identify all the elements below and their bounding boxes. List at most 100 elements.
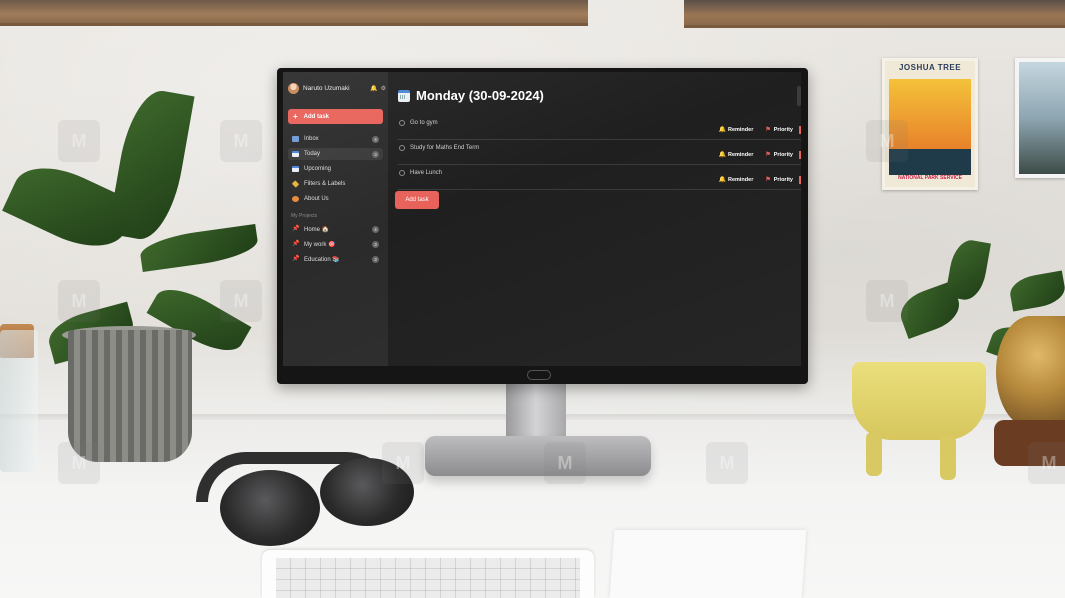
- gear-icon[interactable]: ⚙: [381, 85, 386, 92]
- sidebar-item-label: Today: [304, 151, 321, 157]
- wall-shelf-right: [684, 0, 1065, 28]
- reminder-button[interactable]: 🔔 Reminder: [718, 151, 754, 159]
- project-item-label: Home 🏠: [304, 226, 330, 233]
- sidebar-item-today[interactable]: Today 3: [288, 148, 383, 160]
- plus-icon: +: [293, 111, 298, 121]
- project-item-label: Education 📚: [304, 256, 340, 263]
- watermark-icon: M: [58, 120, 100, 162]
- monitor-logo: [527, 370, 551, 380]
- desk-globe: [996, 316, 1065, 428]
- avatar[interactable]: [288, 82, 299, 94]
- bell-icon: 🔔: [718, 177, 726, 183]
- watermark-icon: M: [866, 120, 908, 162]
- headphone-ear-cup: [220, 470, 320, 546]
- flag-icon: ⚑: [765, 152, 771, 158]
- add-task-main-button[interactable]: Add task: [395, 191, 439, 209]
- task-title: Go to gym: [410, 120, 438, 126]
- priority-label: Priority: [773, 126, 793, 133]
- priority-button[interactable]: ⚑ Priority: [765, 176, 793, 184]
- calendar-upcoming-icon: [292, 166, 299, 172]
- flag-icon: ⚑: [765, 127, 771, 133]
- sidebar-item-inbox[interactable]: Inbox 4: [288, 133, 383, 145]
- priority-label: Priority: [773, 176, 793, 183]
- priority-label: Priority: [773, 151, 793, 158]
- monitor-screen: Naruto Uzumaki 🔔 ⚙ + Add task Inbox 4 To…: [283, 72, 801, 366]
- watermark-icon: M: [382, 442, 424, 484]
- bell-icon: 🔔: [718, 127, 726, 133]
- people-icon: [292, 196, 299, 202]
- user-name: Naruto Uzumaki: [303, 84, 350, 92]
- project-item-education[interactable]: 📌 Education 📚 3: [288, 253, 383, 265]
- task-row[interactable]: Have Lunch 🔔 Reminder ⚑ Priority: [398, 168, 801, 190]
- priority-button[interactable]: ⚑ Priority: [765, 151, 793, 159]
- reminder-label: Reminder: [727, 126, 754, 133]
- project-item-my-work[interactable]: 📌 My work 🎯 3: [288, 238, 383, 250]
- wall-photo: [1015, 58, 1065, 178]
- page-title: Monday (30-09-2024): [398, 88, 544, 103]
- reminder-button[interactable]: 🔔 Reminder: [718, 126, 754, 134]
- project-item-count: 4: [372, 225, 379, 233]
- user-profile[interactable]: Naruto Uzumaki 🔔 ⚙: [288, 82, 386, 94]
- paper-sheet: [609, 530, 807, 598]
- task-checkbox[interactable]: [399, 120, 405, 126]
- task-row[interactable]: Go to gym 🔔 Reminder ⚑ Priority: [398, 118, 801, 140]
- task-menu-edge[interactable]: [799, 176, 801, 184]
- task-menu-edge[interactable]: [799, 151, 801, 159]
- watermark-icon: M: [220, 280, 262, 322]
- glass-jar: [0, 330, 38, 472]
- monitor-stand-base: [425, 436, 651, 476]
- add-task-button[interactable]: + Add task: [288, 109, 383, 124]
- task-title: Have Lunch: [410, 170, 443, 176]
- calendar-today-icon: [292, 151, 299, 157]
- projects-heading: My Projects: [291, 213, 318, 219]
- yellow-plant-pot: [852, 362, 986, 440]
- project-item-label: My work 🎯: [304, 241, 336, 248]
- inbox-icon: [292, 136, 299, 142]
- watermark-icon: M: [544, 442, 586, 484]
- reminder-label: Reminder: [727, 176, 754, 183]
- watermark-icon: M: [58, 280, 100, 322]
- sidebar: Naruto Uzumaki 🔔 ⚙ + Add task Inbox 4 To…: [283, 72, 388, 366]
- tag-icon: [291, 180, 300, 188]
- reminder-button[interactable]: 🔔 Reminder: [718, 176, 754, 184]
- sidebar-item-count: 4: [372, 135, 379, 143]
- sidebar-item-label: Inbox: [304, 136, 319, 142]
- calendar-icon: [398, 89, 410, 102]
- pot-leg: [866, 432, 882, 476]
- flag-icon: ⚑: [765, 177, 771, 183]
- keyboard-keys: [276, 558, 580, 598]
- sidebar-item-label: Filters & Labels: [304, 181, 346, 187]
- scrollbar[interactable]: [797, 86, 801, 106]
- pin-icon: 📌: [292, 256, 300, 262]
- pin-icon: 📌: [292, 226, 300, 232]
- sidebar-item-upcoming[interactable]: Upcoming: [288, 163, 383, 175]
- task-title: Study for Maths End Term: [410, 145, 480, 151]
- task-row[interactable]: Study for Maths End Term 🔔 Reminder ⚑ Pr…: [398, 143, 801, 165]
- bell-icon: 🔔: [718, 152, 726, 158]
- bell-icon[interactable]: 🔔: [370, 85, 377, 92]
- pot-leg: [940, 436, 956, 480]
- main-content: Monday (30-09-2024) Go to gym 🔔 Reminder…: [388, 72, 801, 366]
- project-item-home[interactable]: 📌 Home 🏠 4: [288, 223, 383, 235]
- monitor-stand-neck: [506, 378, 566, 440]
- page-title-text: Monday (30-09-2024): [416, 88, 544, 103]
- watermark-icon: M: [220, 120, 262, 162]
- task-menu-edge[interactable]: [799, 126, 801, 134]
- project-item-count: 3: [372, 240, 379, 248]
- watermark-icon: M: [58, 442, 100, 484]
- task-checkbox[interactable]: [399, 145, 405, 151]
- sidebar-item-label: About Us: [304, 196, 329, 202]
- watermark-icon: M: [866, 280, 908, 322]
- task-checkbox[interactable]: [399, 170, 405, 176]
- sidebar-item-count: 3: [372, 150, 379, 158]
- watermark-icon: M: [1028, 442, 1065, 484]
- sidebar-item-about-us[interactable]: About Us: [288, 193, 383, 205]
- project-item-count: 3: [372, 255, 379, 263]
- reminder-label: Reminder: [727, 151, 754, 158]
- wall-shelf-left: [0, 0, 588, 26]
- sidebar-item-filters-labels[interactable]: Filters & Labels: [288, 178, 383, 190]
- pin-icon: 📌: [292, 241, 300, 247]
- watermark-icon: M: [706, 442, 748, 484]
- sidebar-item-label: Upcoming: [304, 166, 332, 172]
- priority-button[interactable]: ⚑ Priority: [765, 126, 793, 134]
